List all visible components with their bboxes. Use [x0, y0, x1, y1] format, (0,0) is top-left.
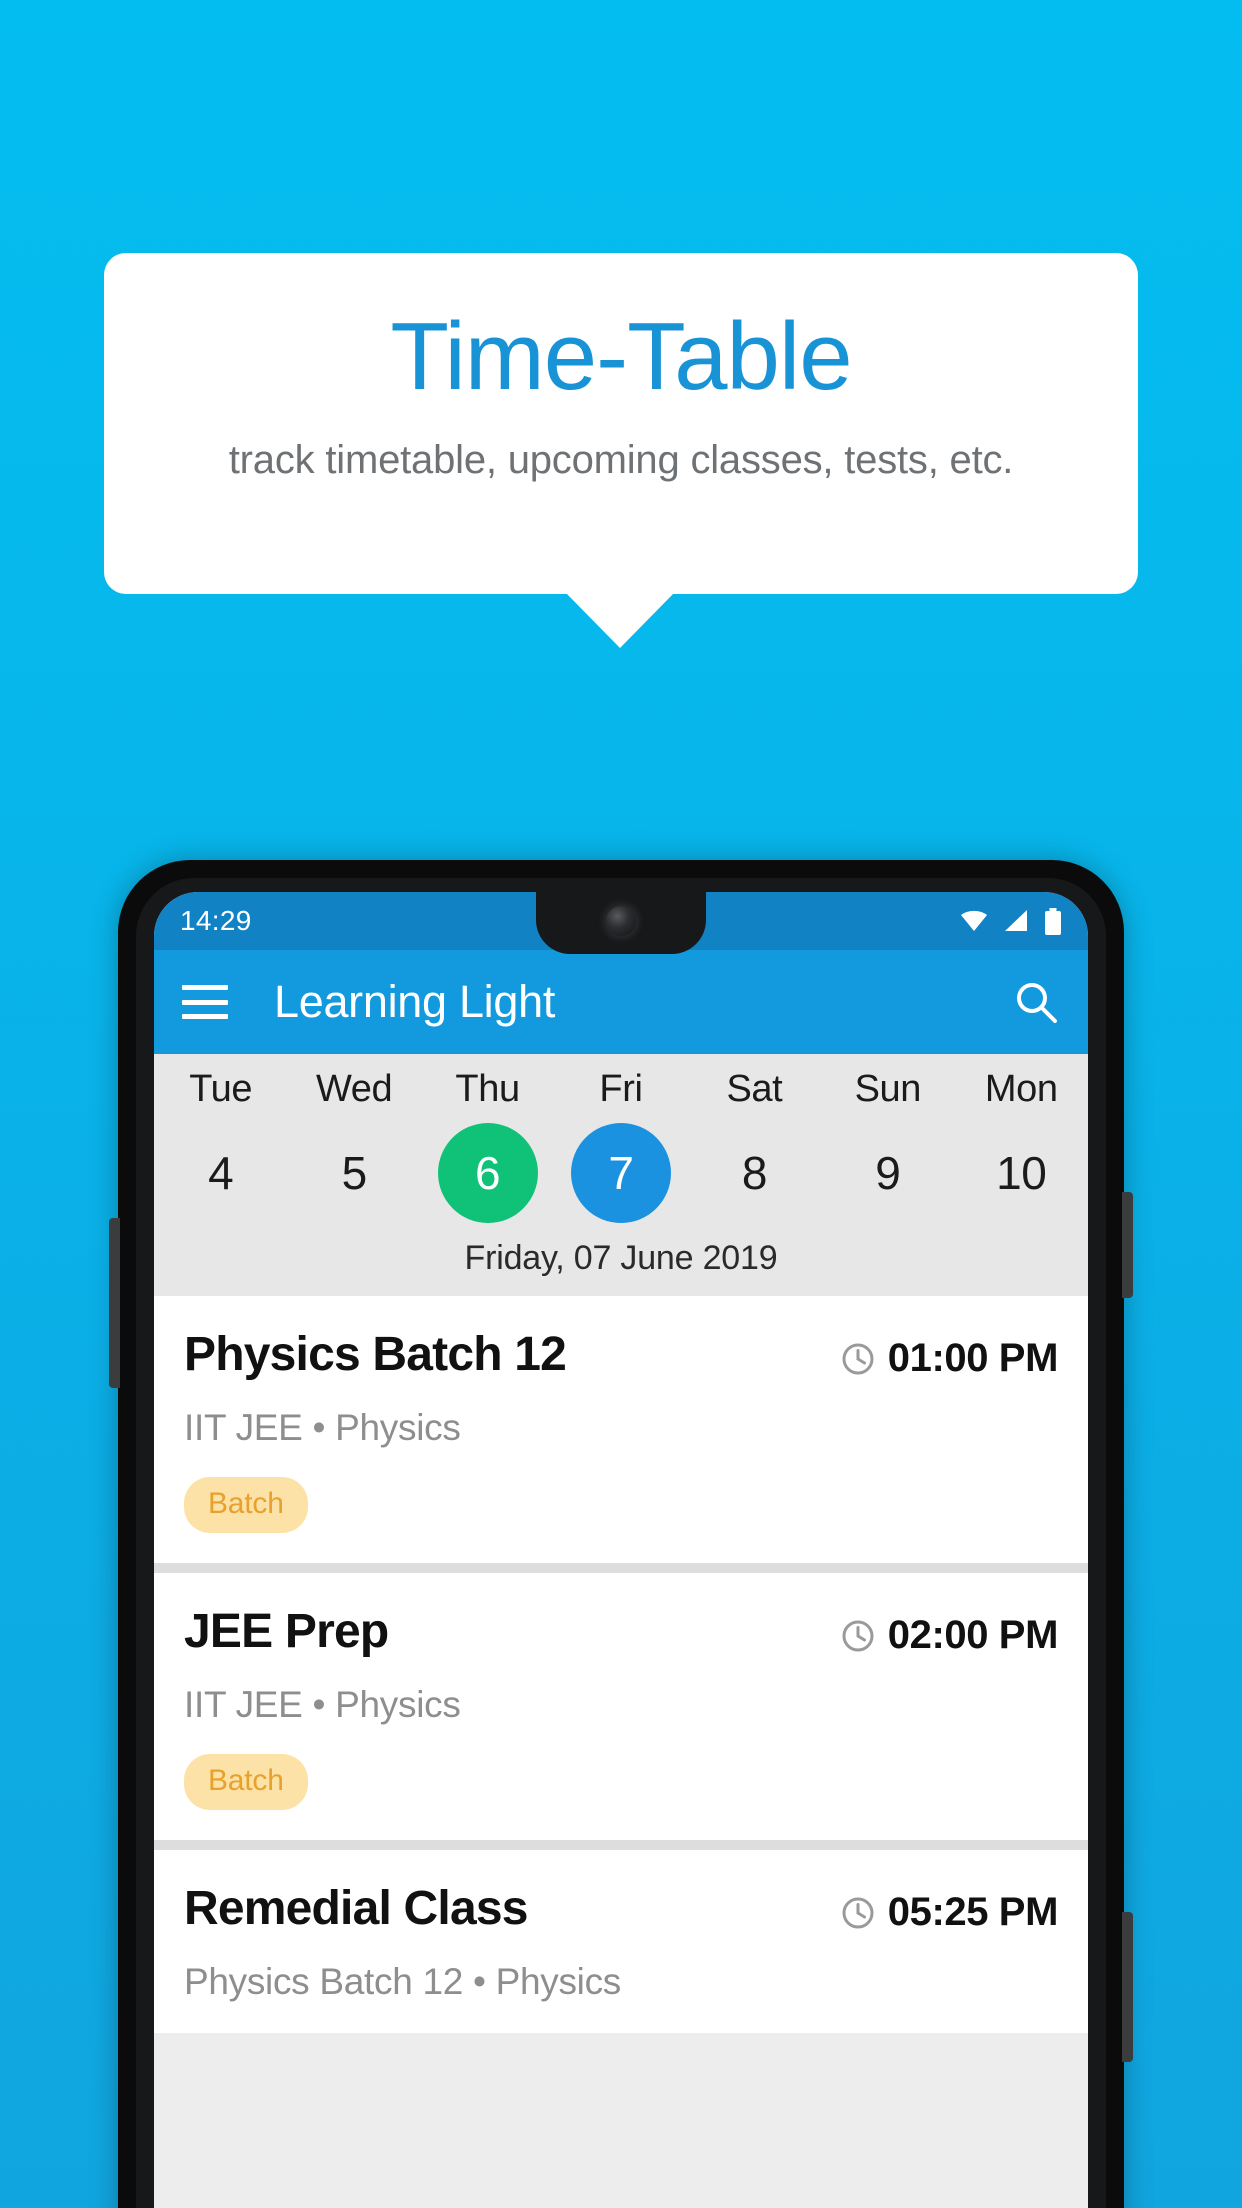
day-cell-sun[interactable]: 9	[821, 1123, 954, 1223]
day-number[interactable]: 8	[704, 1123, 804, 1223]
wifi-icon	[961, 910, 987, 931]
day-number[interactable]: 5	[304, 1123, 404, 1223]
front-camera-icon	[606, 906, 636, 936]
battery-icon	[1045, 907, 1061, 935]
app-title: Learning Light	[274, 976, 556, 1027]
signal-icon	[1005, 910, 1027, 931]
day-name-label: Sat	[726, 1068, 783, 1110]
status-bar: 14:29	[154, 892, 1088, 954]
search-icon[interactable]	[1012, 978, 1060, 1026]
day-number-selected[interactable]: 7	[570, 1123, 671, 1223]
class-time: 01:00 PM	[887, 1336, 1059, 1380]
day-number-today[interactable]: 6	[437, 1123, 538, 1223]
promo-title: Time-Table	[390, 303, 852, 410]
class-time-group: 01:00 PM	[841, 1330, 1058, 1381]
class-card[interactable]: Remedial Class 05:25 PM Physics Batch 12…	[154, 1850, 1088, 2033]
clock-icon	[842, 1897, 874, 1928]
phone-device-frame: 14:29 Learning Light Tue Wed Thu Fri Sat…	[109, 860, 1133, 2208]
day-name-cell: Sun	[821, 1068, 954, 1111]
day-cell-thu[interactable]: 6	[421, 1123, 554, 1223]
class-subtitle: IIT JEE • Physics	[184, 1407, 461, 1448]
day-name-cell: Wed	[287, 1068, 420, 1111]
status-bar-icons	[960, 907, 1062, 935]
day-name-cell: Thu	[421, 1068, 554, 1111]
day-name-cell: Fri	[554, 1068, 687, 1111]
day-cell-wed[interactable]: 5	[287, 1123, 420, 1223]
class-card-header: Remedial Class 05:25 PM	[184, 1882, 1058, 1935]
hamburger-menu-icon[interactable]	[182, 985, 228, 1019]
class-card-header: Physics Batch 12 01:00 PM	[184, 1328, 1058, 1381]
clock-icon	[842, 1620, 874, 1651]
day-cell-fri[interactable]: 7	[554, 1123, 687, 1223]
class-type-badge: Batch	[184, 1754, 308, 1810]
app-bar: Learning Light	[154, 950, 1088, 1054]
day-number-row: 4 5 6 7 8 9 10	[154, 1123, 1088, 1223]
day-number[interactable]: 4	[171, 1123, 271, 1223]
day-cell-sat[interactable]: 8	[688, 1123, 821, 1223]
promo-subtitle: track timetable, upcoming classes, tests…	[228, 438, 1014, 482]
class-title: Remedial Class	[184, 1882, 528, 1935]
left-side-button[interactable]	[109, 1218, 120, 1388]
class-card[interactable]: JEE Prep 02:00 PM IIT JEE • Physics Batc…	[154, 1573, 1088, 1840]
day-number[interactable]: 9	[838, 1123, 938, 1223]
clock-icon	[842, 1343, 874, 1374]
power-button[interactable]	[1122, 1192, 1133, 1298]
class-title: JEE Prep	[184, 1605, 389, 1658]
selected-full-date: Friday, 07 June 2019	[464, 1239, 778, 1277]
promo-bubble-tail	[565, 592, 675, 648]
day-number[interactable]: 10	[971, 1123, 1071, 1223]
day-name-row: Tue Wed Thu Fri Sat Sun Mon	[154, 1068, 1088, 1111]
date-strip: Tue Wed Thu Fri Sat Sun Mon 4 5 6 7 8 9 …	[154, 1054, 1088, 1296]
day-name-label: Fri	[599, 1068, 643, 1110]
day-name-cell: Mon	[955, 1068, 1088, 1111]
day-name-label: Sun	[854, 1068, 922, 1110]
volume-button[interactable]	[1122, 1912, 1133, 2062]
promo-callout-bubble: Time-Table track timetable, upcoming cla…	[104, 253, 1138, 594]
class-title: Physics Batch 12	[184, 1328, 567, 1381]
day-name-cell: Tue	[154, 1068, 287, 1111]
status-bar-clock: 14:29	[180, 905, 252, 936]
class-type-badge: Batch	[184, 1477, 308, 1533]
class-card-header: JEE Prep 02:00 PM	[184, 1605, 1058, 1658]
day-name-cell: Sat	[688, 1068, 821, 1111]
class-time-group: 02:00 PM	[841, 1607, 1058, 1658]
class-subtitle: Physics Batch 12 • Physics	[184, 1961, 621, 2002]
phone-screen: 14:29 Learning Light Tue Wed Thu Fri Sat…	[154, 892, 1088, 2208]
class-time-group: 05:25 PM	[841, 1884, 1058, 1935]
class-list: Physics Batch 12 01:00 PM IIT JEE • Phys…	[154, 1296, 1088, 2033]
class-card[interactable]: Physics Batch 12 01:00 PM IIT JEE • Phys…	[154, 1296, 1088, 1563]
day-cell-tue[interactable]: 4	[154, 1123, 287, 1223]
day-name-label: Mon	[984, 1068, 1058, 1110]
class-time: 05:25 PM	[887, 1890, 1059, 1934]
day-name-label: Thu	[455, 1068, 520, 1110]
day-name-label: Tue	[189, 1068, 253, 1110]
day-name-label: Wed	[316, 1068, 393, 1110]
class-time: 02:00 PM	[887, 1613, 1059, 1657]
day-cell-mon[interactable]: 10	[955, 1123, 1088, 1223]
class-subtitle: IIT JEE • Physics	[184, 1684, 461, 1725]
